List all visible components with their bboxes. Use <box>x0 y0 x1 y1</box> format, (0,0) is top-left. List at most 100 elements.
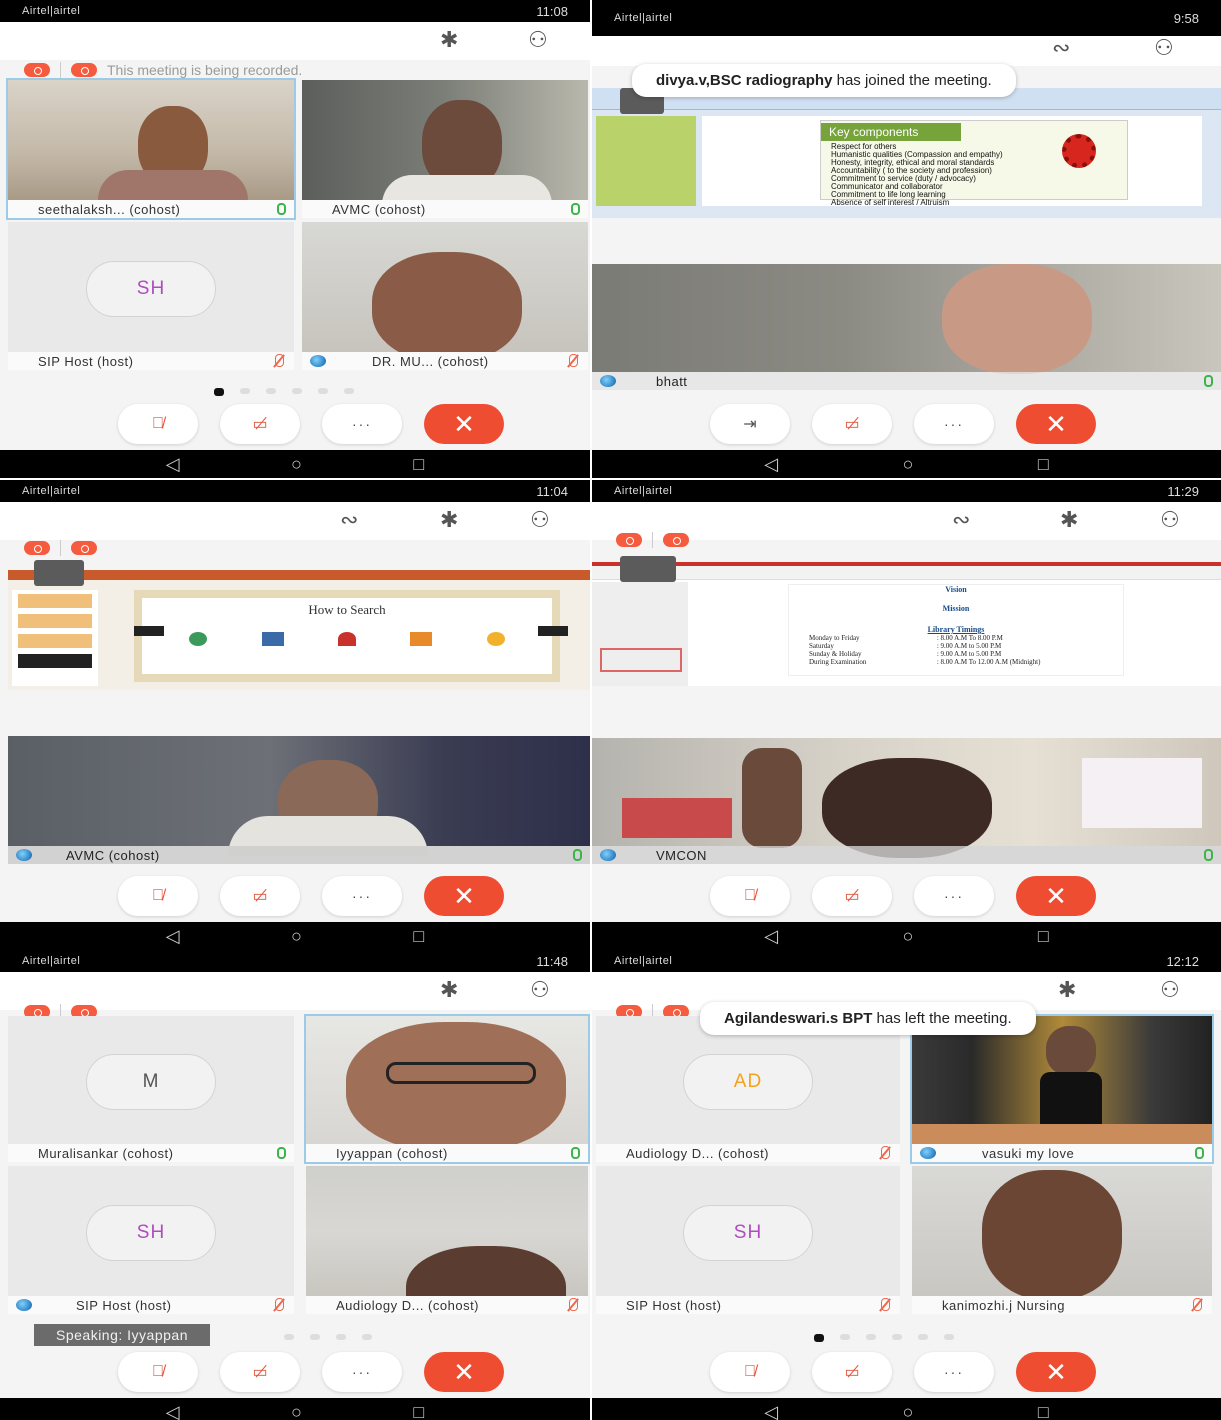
active-speaker-video[interactable]: AVMC (cohost) <box>8 736 590 864</box>
video-off-button[interactable]: ▭̸ <box>812 404 892 444</box>
bluetooth-icon[interactable]: ✱ <box>440 28 458 53</box>
participants-icon[interactable]: ⚇ <box>1154 36 1174 61</box>
recording-banner <box>24 540 97 556</box>
participants-icon[interactable]: ⚇ <box>530 978 550 1003</box>
avatar-tile[interactable]: SH SIP Host (host) <box>596 1166 900 1314</box>
back-icon[interactable]: ◁ <box>764 454 778 475</box>
end-call-button[interactable]: ✕ <box>1016 404 1096 444</box>
mute-button[interactable]: 🎙̸ <box>710 1352 790 1392</box>
home-icon[interactable]: ○ <box>291 926 302 947</box>
participants-icon[interactable]: ⚇ <box>1160 978 1180 1003</box>
status-bar: Airtel|airtel 12:12 <box>592 950 1221 972</box>
recents-icon[interactable]: □ <box>413 926 424 947</box>
globe-icon <box>600 849 616 861</box>
recents-icon[interactable]: □ <box>413 454 424 475</box>
top-toolbar: ∾ ⚇ <box>592 36 1221 66</box>
bluetooth-icon[interactable]: ✱ <box>1058 978 1076 1003</box>
avatar-tile[interactable]: AD Audiology D... (cohost) <box>596 1016 900 1162</box>
back-icon[interactable]: ◁ <box>764 1402 778 1420</box>
end-call-button[interactable]: ✕ <box>424 404 504 444</box>
end-call-button[interactable]: ✕ <box>1016 1352 1096 1392</box>
panel-4: Airtel|airtel 11:29 ∾ ✱ ⚇ Vision Mission … <box>592 480 1221 950</box>
video-off-button[interactable]: ▭̸ <box>220 1352 300 1392</box>
video-tile[interactable]: kanimozhi.j Nursing <box>912 1166 1212 1314</box>
participants-icon[interactable]: ⚇ <box>530 508 550 533</box>
mute-button[interactable]: 🎙̸ <box>118 876 198 916</box>
back-icon[interactable]: ◁ <box>764 926 778 947</box>
video-tile[interactable]: Iyyappan (cohost) <box>304 1014 590 1164</box>
bluetooth-icon[interactable]: ✱ <box>440 508 458 533</box>
mic-on-icon <box>1204 375 1213 387</box>
video-tile[interactable]: Audiology D... (cohost) <box>306 1166 588 1314</box>
participant-name: kanimozhi.j Nursing <box>942 1297 1065 1313</box>
video-off-button[interactable]: ▭̸ <box>220 404 300 444</box>
call-controls: 🎙̸ ▭̸ ··· ✕ <box>118 1352 504 1392</box>
annotate-icon[interactable]: ∾ <box>340 508 358 533</box>
recents-icon[interactable]: □ <box>1038 926 1049 947</box>
participant-name: SIP Host (host) <box>38 353 134 369</box>
android-nav-bar: ◁ ○ □ <box>0 922 590 950</box>
end-call-button[interactable]: ✕ <box>424 1352 504 1392</box>
panel-6: Airtel|airtel 12:12 ✱ ⚇ AD Audiology D...… <box>592 950 1221 1420</box>
avatar-tile[interactable]: M Muralisankar (cohost) <box>8 1016 294 1162</box>
more-button[interactable]: ··· <box>322 404 402 444</box>
mic-muted-icon <box>1190 1298 1204 1311</box>
recents-icon[interactable]: □ <box>1038 454 1049 475</box>
mic-on-icon <box>571 203 580 215</box>
participant-name: SIP Host (host) <box>76 1297 172 1313</box>
shared-screen: Key components Respect for others Humani… <box>592 88 1221 218</box>
participant-name: VMCON <box>656 847 707 863</box>
android-nav-bar: ◁ ○ □ <box>0 450 590 478</box>
more-button[interactable]: ··· <box>322 1352 402 1392</box>
home-icon[interactable]: ○ <box>903 454 914 475</box>
end-call-button[interactable]: ✕ <box>424 876 504 916</box>
video-tile[interactable]: AVMC (cohost) <box>302 80 588 218</box>
video-off-button[interactable]: ▭̸ <box>812 1352 892 1392</box>
home-icon[interactable]: ○ <box>903 1402 914 1420</box>
back-icon[interactable]: ◁ <box>166 926 180 947</box>
bluetooth-icon[interactable]: ✱ <box>1060 508 1078 533</box>
bluetooth-icon[interactable]: ✱ <box>440 978 458 1003</box>
mic-muted-icon <box>566 354 580 367</box>
annotate-icon[interactable]: ∾ <box>952 508 970 533</box>
video-tile[interactable]: DR. MU... (cohost) <box>302 222 588 370</box>
avatar-tile[interactable]: SH SIP Host (host) <box>8 222 294 370</box>
home-icon[interactable]: ○ <box>291 1402 302 1420</box>
video-off-button[interactable]: ▭̸ <box>812 876 892 916</box>
annotate-icon[interactable]: ∾ <box>1052 36 1070 61</box>
mute-button[interactable]: 🎙̸ <box>118 1352 198 1392</box>
video-tile[interactable]: seethalaksh... (cohost) <box>6 78 296 220</box>
participants-icon[interactable]: ⚇ <box>1160 508 1180 533</box>
end-call-button[interactable]: ✕ <box>1016 876 1096 916</box>
active-speaker-video[interactable]: bhatt <box>592 264 1221 390</box>
video-off-button[interactable]: ▭̸ <box>220 876 300 916</box>
page-indicator[interactable] <box>284 1334 372 1340</box>
avatar: SH <box>86 260 216 317</box>
participants-icon[interactable]: ⚇ <box>528 28 548 53</box>
page-indicator[interactable] <box>814 1334 954 1342</box>
participant-name: SIP Host (host) <box>626 1297 722 1313</box>
back-icon[interactable]: ◁ <box>166 1402 180 1420</box>
more-button[interactable]: ··· <box>914 876 994 916</box>
mute-button[interactable]: 🎙̸ <box>710 876 790 916</box>
audio-join-button[interactable]: ⇥ <box>710 404 790 444</box>
home-icon[interactable]: ○ <box>903 926 914 947</box>
home-icon[interactable]: ○ <box>291 454 302 475</box>
active-speaker-video[interactable]: VMCON <box>592 738 1221 864</box>
recents-icon[interactable]: □ <box>413 1402 424 1420</box>
more-button[interactable]: ··· <box>914 404 994 444</box>
gear-icon <box>1062 134 1096 168</box>
layout-grid-icon[interactable] <box>620 556 676 582</box>
globe-icon <box>310 355 326 367</box>
mic-on-icon <box>1195 1147 1204 1159</box>
avatar-tile[interactable]: SH SIP Host (host) <box>8 1166 294 1314</box>
more-button[interactable]: ··· <box>914 1352 994 1392</box>
video-tile[interactable]: vasuki my love <box>910 1014 1214 1164</box>
more-button[interactable]: ··· <box>322 876 402 916</box>
layout-grid-icon[interactable] <box>34 560 84 586</box>
page-indicator[interactable] <box>214 388 354 396</box>
back-icon[interactable]: ◁ <box>166 454 180 475</box>
mute-button[interactable]: 🎙̸ <box>118 404 198 444</box>
avatar: SH <box>683 1204 813 1261</box>
recents-icon[interactable]: □ <box>1038 1402 1049 1420</box>
